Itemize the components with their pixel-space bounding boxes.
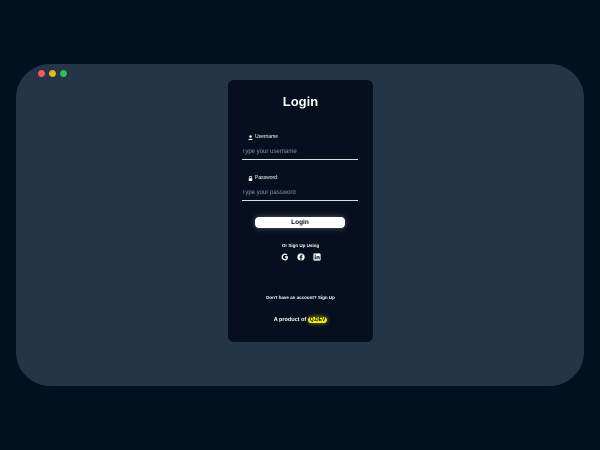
signup-prompt: Don't have an account? Sign Up	[228, 295, 373, 300]
maximize-window-button[interactable]	[60, 70, 67, 77]
product-credit: A product of Q.DEV	[228, 317, 373, 323]
google-icon[interactable]	[281, 253, 289, 261]
facebook-icon[interactable]	[296, 253, 305, 261]
username-label: Username	[248, 134, 278, 140]
password-label-text: Password	[255, 175, 277, 181]
lock-icon	[248, 175, 253, 181]
password-input[interactable]	[242, 186, 358, 201]
user-icon	[248, 134, 253, 140]
signup-link[interactable]: Sign Up	[318, 295, 335, 300]
username-label-text: Username	[255, 134, 279, 140]
social-login-group	[228, 253, 373, 261]
window-controls	[38, 70, 67, 77]
close-window-button[interactable]	[38, 70, 45, 77]
minimize-window-button[interactable]	[49, 70, 56, 77]
login-button[interactable]: Login	[255, 217, 345, 228]
brand-badge[interactable]: Q.DEV	[307, 317, 328, 323]
account-question: Don't have an account?	[266, 295, 317, 300]
login-card: Login Username Password Login Or Sign Up…	[228, 80, 373, 342]
product-text: A product of	[273, 317, 307, 323]
login-title: Login	[282, 94, 319, 109]
password-label: Password	[248, 175, 277, 181]
username-input[interactable]	[242, 145, 358, 160]
social-signup-text: Or Sign Up Using	[281, 243, 320, 248]
linkedin-icon[interactable]	[312, 253, 321, 261]
